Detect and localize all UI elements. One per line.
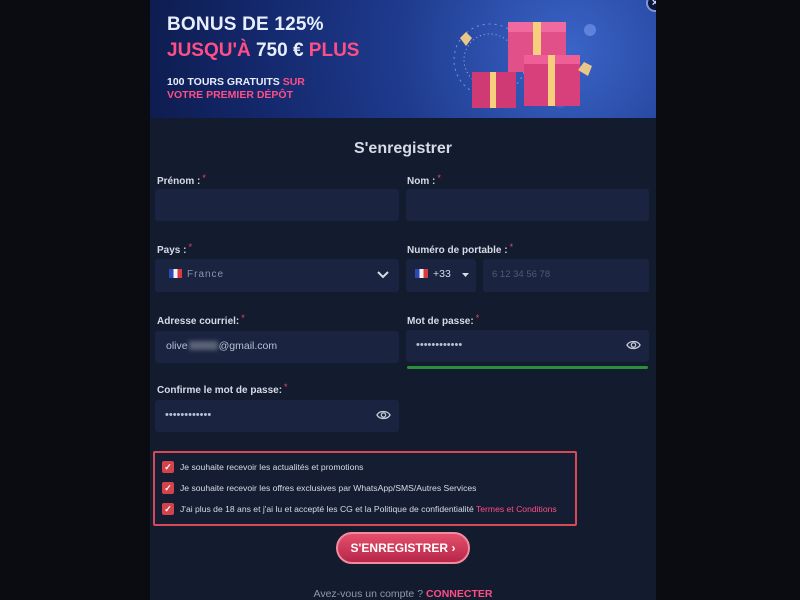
eye-icon[interactable]	[376, 408, 391, 422]
consent-text: J'ai plus de 18 ans et j'ai lu et accept…	[180, 504, 557, 514]
page-title: S'enregistrer	[353, 140, 453, 157]
consent-text: Je souhaite recevoir les actualités et p…	[180, 462, 364, 472]
france-flag-icon	[169, 269, 182, 278]
consent-text: Je souhaite recevoir les offres exclusiv…	[180, 483, 477, 493]
password-field[interactable]: ••••••••••••	[406, 330, 649, 362]
firstname-label-text: Prénom :	[157, 176, 201, 187]
country-select[interactable]: France	[155, 259, 399, 292]
password-label-text: Mot de passe:	[407, 316, 474, 327]
bonus-subheadline: JUSQU'À 750 € PLUS	[167, 40, 359, 62]
terms-text: J'ai plus de 18 ans et j'ai lu et accept…	[180, 504, 476, 514]
required-mark: *	[509, 242, 514, 252]
phone-placeholder: 6 12 34 56 78	[492, 269, 551, 280]
consent-row-whatsapp[interactable]: ✓ Je souhaite recevoir les offres exclus…	[162, 482, 476, 494]
confirm-password-field[interactable]: ••••••••••••	[155, 400, 399, 432]
register-button-label: S'ENREGISTRER	[350, 541, 449, 555]
consent-row-terms[interactable]: ✓ J'ai plus de 18 ans et j'ai lu et acce…	[162, 503, 557, 515]
email-field[interactable]: olive @gmail.com	[155, 331, 399, 363]
bonus-suffix: PLUS	[303, 40, 360, 61]
lastname-label: Nom : *	[407, 173, 441, 187]
promo-banner: BONUS DE 125% JUSQU'À 750 € PLUS 100 TOU…	[150, 0, 656, 118]
phone-country-code-select[interactable]: +33	[406, 259, 476, 292]
confirm-password-label: Confirme le mot de passe: *	[157, 382, 288, 396]
backdrop-right	[656, 0, 800, 600]
checkbox-checked-icon[interactable]: ✓	[162, 461, 174, 473]
france-flag-icon	[415, 269, 428, 278]
required-mark: *	[241, 313, 245, 323]
free-spins-text: 100 TOURS GRATUITS	[167, 76, 283, 88]
required-mark: *	[475, 313, 480, 323]
register-modal: BONUS DE 125% JUSQU'À 750 € PLUS 100 TOU…	[150, 0, 656, 600]
phone-label: Numéro de portable : *	[407, 242, 513, 256]
password-label: Mot de passe: *	[407, 313, 479, 327]
required-mark: *	[284, 382, 288, 392]
bonus-prefix: JUSQU'À	[167, 40, 256, 61]
required-mark: *	[188, 242, 192, 252]
confirm-label-text: Confirme le mot de passe:	[157, 385, 283, 396]
required-mark: *	[437, 173, 441, 183]
country-label-text: Pays :	[157, 245, 187, 256]
terms-link[interactable]: Termes et Conditions	[476, 504, 557, 514]
firstname-label: Prénom : *	[157, 173, 206, 187]
checkbox-checked-icon[interactable]: ✓	[162, 482, 174, 494]
email-value-end: @gmail.com	[218, 340, 278, 352]
bonus-details-line2: VOTRE PREMIER DÉPÔT	[167, 89, 294, 101]
chevron-down-icon	[377, 271, 389, 279]
country-value: France	[187, 269, 225, 280]
eye-icon[interactable]	[626, 338, 641, 352]
consent-checkbox-group: ✓ Je souhaite recevoir les actualités et…	[153, 451, 577, 526]
password-value: ••••••••••••	[416, 339, 463, 351]
lastname-label-text: Nom :	[407, 176, 436, 187]
consent-row-promotions[interactable]: ✓ Je souhaite recevoir les actualités et…	[162, 461, 363, 473]
bonus-details: 100 TOURS GRATUITS SUR VOTRE PREMIER DÉP…	[167, 76, 305, 102]
phone-code-value: +33	[415, 259, 451, 290]
register-button[interactable]: S'ENREGISTRER ›	[336, 532, 470, 564]
login-prompt-text: Avez-vous un compte ?	[313, 588, 424, 600]
email-label: Adresse courriel: *	[157, 313, 245, 327]
login-prompt: Avez-vous un compte ? CONNECTER	[150, 588, 656, 600]
email-value-start: olive	[166, 340, 188, 352]
lastname-field[interactable]	[406, 189, 649, 221]
free-spins-sur: SUR	[282, 76, 305, 88]
caret-down-icon	[462, 273, 469, 277]
email-value: olive @gmail.com	[166, 331, 277, 362]
phone-code-text: +33	[433, 268, 451, 280]
chevron-right-icon: ›	[451, 541, 456, 555]
email-label-text: Adresse courriel:	[157, 316, 240, 327]
country-select-value: France	[169, 259, 224, 290]
login-link[interactable]: CONNECTER	[426, 588, 493, 600]
email-redacted-blur	[188, 341, 218, 350]
firstname-field[interactable]	[155, 189, 399, 221]
phone-label-text: Numéro de portable :	[407, 245, 508, 256]
phone-number-input[interactable]: 6 12 34 56 78	[483, 259, 649, 292]
password-strength-bar	[407, 366, 648, 369]
confirm-password-value: ••••••••••••	[165, 409, 212, 421]
bonus-amount: 750 €	[255, 40, 304, 61]
checkbox-checked-icon[interactable]: ✓	[162, 503, 174, 515]
backdrop-left	[0, 0, 150, 600]
required-mark: *	[202, 173, 206, 183]
bonus-headline: BONUS DE 125%	[167, 14, 324, 35]
gift-illustration	[453, 22, 596, 108]
country-label: Pays : *	[157, 242, 192, 256]
bonus-details-line1: 100 TOURS GRATUITS SUR	[167, 76, 305, 89]
